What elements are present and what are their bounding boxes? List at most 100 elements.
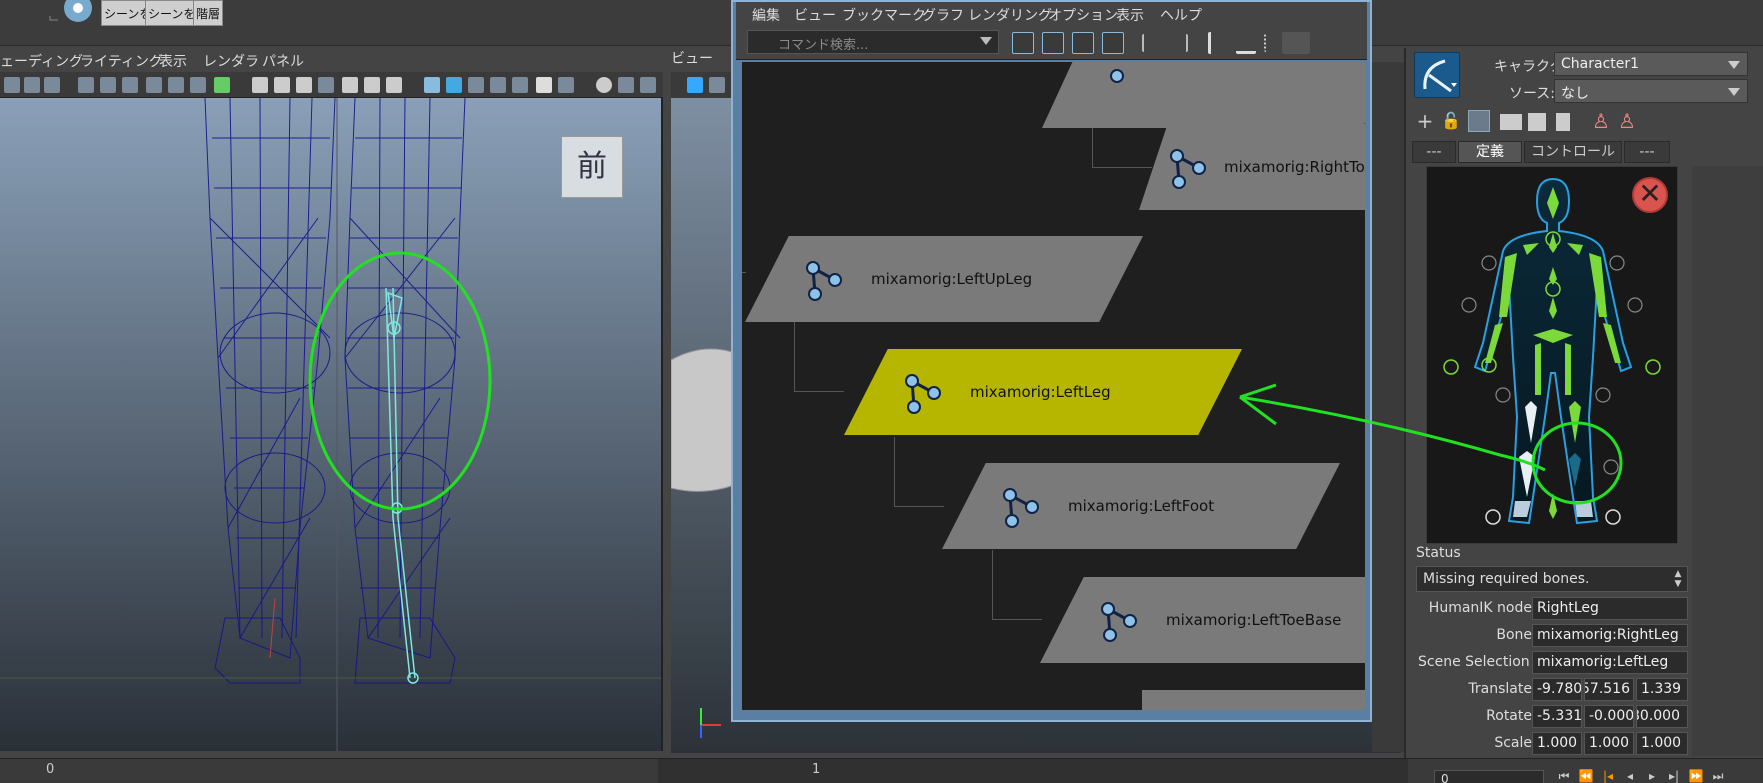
toolbar-icon[interactable] <box>709 77 725 93</box>
gate-mask-icon[interactable] <box>318 77 334 93</box>
more-icon[interactable] <box>1264 34 1270 52</box>
light-icon[interactable] <box>536 77 552 93</box>
checker-icon[interactable] <box>512 77 528 93</box>
ne-menu-display[interactable]: 表示 <box>1116 5 1144 25</box>
layout-icon[interactable] <box>1072 32 1094 54</box>
ne-menu-bookmarks[interactable]: ブックマーク <box>842 5 926 25</box>
scale-x-field[interactable]: 1.000 <box>1532 732 1582 755</box>
pencil-icon[interactable] <box>214 77 230 93</box>
character-definition-figure[interactable] <box>1426 166 1678 544</box>
translate-y-field[interactable]: 57.516 <box>1584 678 1634 701</box>
skeleton-icon[interactable] <box>1468 110 1490 132</box>
current-frame-field[interactable]: 0 <box>1434 770 1544 783</box>
input-connections-icon[interactable] <box>1142 34 1162 52</box>
layout-icon[interactable] <box>1102 32 1124 54</box>
tab-left-more[interactable]: --- <box>1412 141 1456 163</box>
shelf-disc-icon[interactable] <box>60 0 96 24</box>
menu-lighting[interactable]: ライティング <box>80 51 163 71</box>
node-left-foot[interactable]: mixamorig:LeftFoot <box>942 463 1340 549</box>
play-forward-icon[interactable]: ▸ <box>1644 769 1660 783</box>
go-to-start-icon[interactable]: ⏮ <box>1556 769 1572 783</box>
ne-menu-edit[interactable]: 編集 <box>752 5 780 25</box>
time-range[interactable] <box>658 759 1408 783</box>
toolbar-icon[interactable] <box>687 77 703 93</box>
camera-icon[interactable] <box>78 77 94 93</box>
toolbar-icon[interactable] <box>44 77 60 93</box>
chevron-down-icon[interactable] <box>1728 61 1740 69</box>
go-to-end-icon[interactable]: ⏭ <box>1710 769 1726 783</box>
scale-y-field[interactable]: 1.000 <box>1584 732 1634 755</box>
rotate-y-field[interactable]: -0.000 <box>1584 705 1634 728</box>
toolbar-icon[interactable] <box>100 77 116 93</box>
toolbar-icon[interactable] <box>1282 32 1310 54</box>
tab-definition[interactable]: 定義 <box>1458 141 1522 163</box>
rotate-x-field[interactable]: -5.331 <box>1532 705 1582 728</box>
bone-field[interactable]: mixamorig:RightLeg <box>1532 624 1688 647</box>
shelf-button-scene-2[interactable]: シーンを <box>145 0 199 26</box>
ne-menu-view[interactable]: ビュー <box>794 5 836 25</box>
step-back-key-icon[interactable]: ⏪ <box>1578 769 1594 783</box>
translate-z-field[interactable]: 1.339 <box>1636 678 1688 701</box>
toolbar-icon[interactable] <box>618 77 634 93</box>
humanik-node-field[interactable]: RightLeg <box>1532 597 1688 620</box>
toolbar-icon[interactable] <box>4 77 20 93</box>
pin-icon[interactable] <box>1208 32 1228 54</box>
delete-icon[interactable] <box>1556 113 1570 131</box>
source-combo[interactable]: なし <box>1554 79 1748 103</box>
character-icon[interactable]: ♙ <box>1590 110 1612 132</box>
toolbar-icon[interactable] <box>558 77 574 93</box>
menu-display[interactable]: 表示 <box>159 51 187 71</box>
menu-renderer[interactable]: レンダラ <box>203 51 259 71</box>
save-icon[interactable] <box>1528 113 1546 131</box>
ne-menu-options[interactable]: オプション <box>1048 5 1118 25</box>
shelf-button-hierarchy[interactable]: 階層 <box>193 0 224 26</box>
toolbar-icon[interactable] <box>490 77 506 93</box>
resolution-gate-icon[interactable] <box>296 77 312 93</box>
wireframe-icon[interactable] <box>424 77 440 93</box>
toolbar-icon[interactable] <box>468 77 484 93</box>
node-graph[interactable]: mixamorig:RightTo mixamorig:LeftUpLeg mi… <box>742 62 1365 710</box>
command-search-input[interactable]: コマンド検索... <box>747 30 999 54</box>
character-combo[interactable]: Character1 <box>1554 52 1748 76</box>
edit-icon[interactable] <box>1236 32 1256 54</box>
menu-shading[interactable]: ェーディング <box>0 51 83 71</box>
node-left-toe-base[interactable]: mixamorig:LeftToeBase <box>1040 577 1365 663</box>
toolbar-icon[interactable] <box>640 77 656 93</box>
toolbar-icon[interactable] <box>168 77 184 93</box>
scene-selection-field[interactable]: mixamorig:LeftLeg <box>1532 651 1688 674</box>
scale-z-field[interactable]: 1.000 <box>1636 732 1688 755</box>
add-icon[interactable]: + <box>1414 110 1436 132</box>
close-icon[interactable]: ✕ <box>1632 177 1668 213</box>
toolbar-icon[interactable] <box>122 77 138 93</box>
sphere-icon[interactable] <box>596 77 612 93</box>
ne-menu-rendering[interactable]: レンダリング <box>968 5 1052 25</box>
chevron-down-icon[interactable] <box>1728 88 1740 96</box>
menu-view[interactable]: ビュー <box>671 51 713 67</box>
safe-action-icon[interactable] <box>364 77 380 93</box>
tab-right-more[interactable]: --- <box>1624 141 1670 163</box>
node-right-toe[interactable]: mixamorig:RightTo <box>1139 124 1365 210</box>
node-left-up-leg[interactable]: mixamorig:LeftUpLeg <box>745 236 1143 322</box>
output-connections-icon[interactable] <box>1168 34 1188 52</box>
node-partial-bottom[interactable] <box>1142 690 1365 710</box>
text-icon[interactable] <box>386 77 402 93</box>
ne-menu-graph[interactable]: グラフ <box>922 5 964 25</box>
bookmark-icon[interactable] <box>146 77 162 93</box>
step-forward-frame-icon[interactable]: ▸| <box>1666 769 1682 783</box>
grid-icon[interactable] <box>252 77 268 93</box>
ne-menu-help[interactable]: ヘルプ <box>1160 5 1202 25</box>
field-chart-icon[interactable] <box>342 77 358 93</box>
tab-controls[interactable]: コントロール <box>1524 141 1622 163</box>
step-forward-key-icon[interactable]: ⏩ <box>1688 769 1704 783</box>
folder-icon[interactable] <box>1500 114 1522 130</box>
rotate-z-field[interactable]: 80.000 <box>1636 705 1688 728</box>
node-partial-top[interactable] <box>1042 62 1365 128</box>
toolbar-icon[interactable] <box>24 77 40 93</box>
character-icon[interactable]: ♙ <box>1616 110 1638 132</box>
toolbar-icon[interactable] <box>190 77 206 93</box>
film-gate-icon[interactable] <box>274 77 290 93</box>
chevron-down-icon[interactable] <box>980 37 992 45</box>
humanik-logo-icon[interactable] <box>1414 52 1460 98</box>
step-back-frame-icon[interactable]: |◂ <box>1600 769 1616 783</box>
lock-icon[interactable]: 🔓 <box>1440 110 1462 132</box>
